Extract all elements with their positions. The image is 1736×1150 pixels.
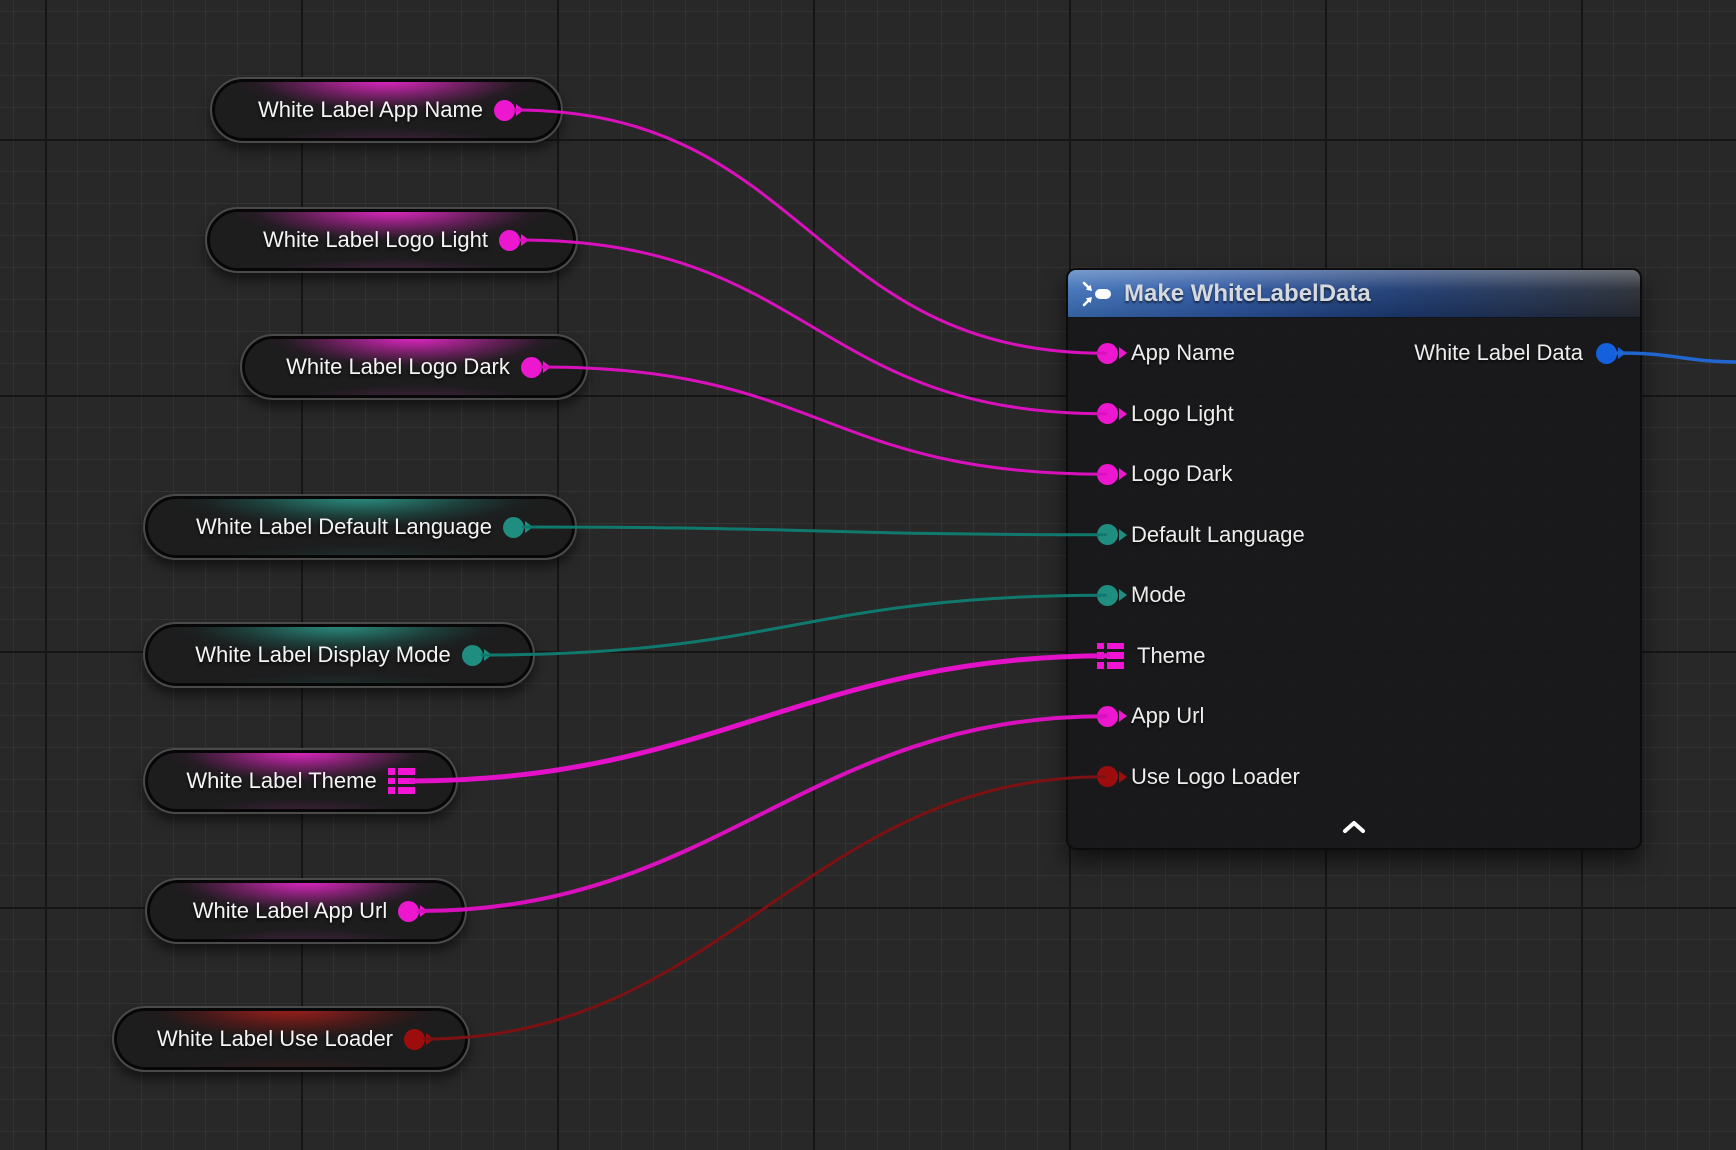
input-row-default-language: Default Language [1068,505,1640,566]
string-output-pin[interactable] [521,357,542,378]
node-get-white-label-display-mode[interactable]: White Label Display Mode [143,622,535,688]
node-label: White Label Logo Light [263,227,488,253]
node-get-white-label-default-language[interactable]: White Label Default Language [143,494,577,560]
node-get-white-label-app-name[interactable]: White Label App Name [210,77,563,143]
input-row-mode: Mode [1068,565,1640,626]
node-get-white-label-use-loader[interactable]: White Label Use Loader [112,1006,470,1072]
pin-label: App Name [1131,340,1235,366]
struct-output-pin-icon[interactable] [388,768,415,794]
pin-label: Theme [1137,643,1205,669]
pin-label: Use Logo Loader [1131,764,1300,790]
node-label: White Label Theme [186,768,376,794]
input-row-theme: Theme [1068,626,1640,687]
node-label: White Label Display Mode [195,642,451,668]
output-row-white-label-data: White Label Data [1414,323,1640,383]
pin-label: Default Language [1131,522,1305,548]
make-node-pin-list: App Name Logo Light Logo Dark Default La… [1068,318,1640,807]
input-row-use-logo-loader: Use Logo Loader [1068,747,1640,808]
string-output-pin[interactable] [398,901,419,922]
node-get-white-label-theme[interactable]: White Label Theme [143,748,458,814]
blueprint-graph-canvas[interactable]: White Label App Name White Label Logo Li… [0,0,1736,1150]
bool-output-pin[interactable] [404,1029,425,1050]
enum-input-pin[interactable] [1097,585,1118,606]
node-title: Make WhiteLabelData [1124,280,1371,308]
enum-output-pin[interactable] [462,645,483,666]
node-label: White Label App Url [193,898,387,924]
node-label: White Label Logo Dark [286,354,510,380]
pin-label: Logo Light [1131,401,1234,427]
string-output-pin[interactable] [494,100,515,121]
string-input-pin[interactable] [1097,706,1118,727]
string-output-pin[interactable] [499,230,520,251]
pin-label: White Label Data [1414,340,1583,366]
struct-output-pin[interactable] [1596,343,1617,364]
collapse-node-button[interactable] [1334,818,1374,836]
enum-input-pin[interactable] [1097,524,1118,545]
string-input-pin[interactable] [1097,403,1118,424]
input-row-logo-light: Logo Light [1068,384,1640,445]
string-input-pin[interactable] [1097,343,1118,364]
node-make-whitelabeldata[interactable]: Make WhiteLabelData App Name Logo Light … [1066,268,1642,850]
make-node-header[interactable]: Make WhiteLabelData [1068,270,1640,318]
input-row-logo-dark: Logo Dark [1068,444,1640,505]
node-get-white-label-logo-dark[interactable]: White Label Logo Dark [240,334,588,400]
pin-label: Logo Dark [1131,461,1233,487]
node-get-white-label-logo-light[interactable]: White Label Logo Light [205,207,578,273]
node-get-white-label-app-url[interactable]: White Label App Url [145,878,467,944]
string-input-pin[interactable] [1097,464,1118,485]
node-label: White Label App Name [258,97,483,123]
bool-input-pin[interactable] [1097,766,1118,787]
pin-label: Mode [1131,582,1186,608]
struct-input-pin-icon[interactable] [1097,643,1124,669]
make-struct-icon [1082,281,1112,307]
input-row-app-url: App Url [1068,686,1640,747]
enum-output-pin[interactable] [503,517,524,538]
node-label: White Label Use Loader [157,1026,393,1052]
node-label: White Label Default Language [196,514,492,540]
pin-label: App Url [1131,703,1204,729]
chevron-up-icon [1342,820,1366,834]
